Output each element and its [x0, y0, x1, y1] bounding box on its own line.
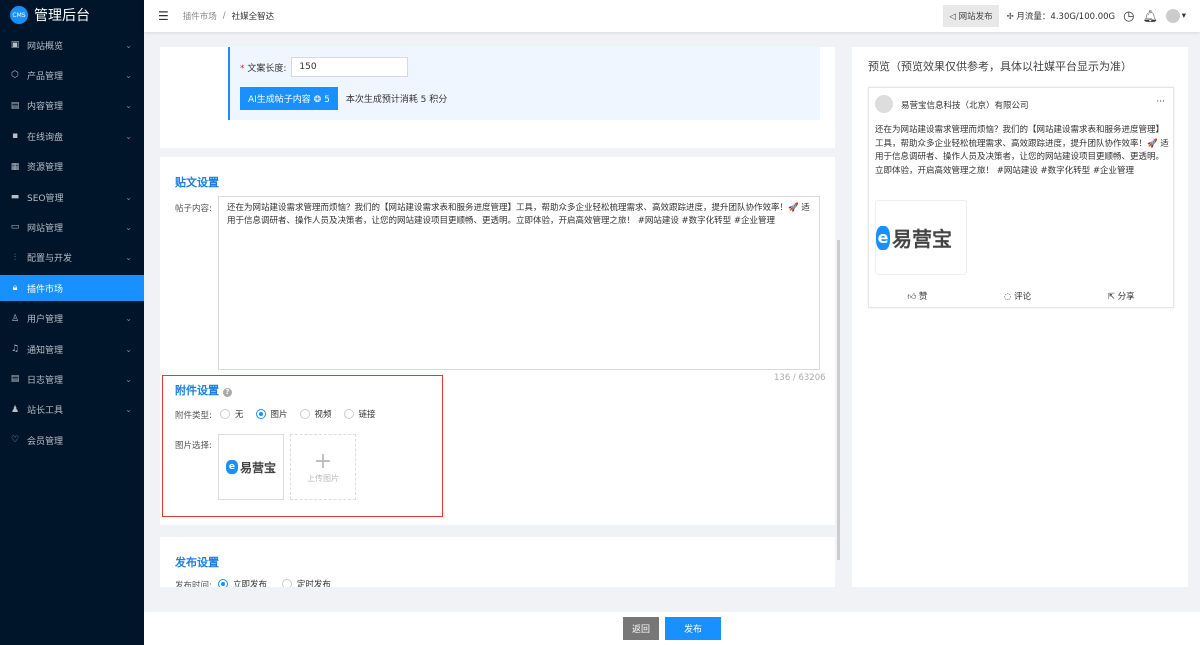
- publish-button[interactable]: 发布: [665, 617, 722, 640]
- user-icon: ♙: [10, 313, 20, 324]
- preview-title: 预览（预览效果仅供参考，具体以社媒平台显示为准）: [868, 60, 1132, 73]
- plus-icon: +: [313, 448, 333, 474]
- char-counter: 136 / 63206: [774, 373, 826, 383]
- chevron-down-icon: ⌄: [125, 374, 132, 384]
- chevron-down-icon: ⌄: [125, 131, 132, 141]
- back-button[interactable]: 返回: [622, 617, 659, 640]
- sidebar-item[interactable]: ▣ 网站概览 ⌄: [0, 32, 144, 58]
- log-icon: ▤: [10, 374, 20, 385]
- sidebar-item[interactable]: ▪ 在线询盘 ⌄: [0, 123, 144, 149]
- scrollbar[interactable]: [837, 240, 840, 560]
- breadcrumb: 插件市场 / 社媒全智达: [182, 10, 275, 22]
- radio-publish-now[interactable]: 立即发布: [218, 578, 267, 587]
- monitor-icon: ▣: [10, 40, 20, 50]
- app-logo[interactable]: CMS 管理后台: [0, 0, 144, 30]
- website-icon: ▭: [10, 222, 20, 233]
- publish-time-radio-group: 立即发布 定时发布: [218, 578, 343, 587]
- comment-button[interactable]: ◌ 评论: [1004, 290, 1031, 302]
- upload-image-button[interactable]: + 上传图片: [290, 434, 356, 500]
- lock-icon: 🔒︎: [12, 283, 18, 294]
- sidebar-item[interactable]: ▤ 内容管理 ⌄: [0, 93, 144, 119]
- chevron-down-icon: ⌄: [125, 101, 132, 111]
- company-avatar: [875, 95, 893, 113]
- document-icon: ▤: [10, 100, 20, 111]
- ai-generate-box: * 文案长度: 150 AI生成帖子内容 ❂ 5 本次生成预计消耗 5 积分: [228, 47, 820, 120]
- tool-icon: ♟: [10, 404, 20, 415]
- folder-icon: ▦: [10, 161, 20, 172]
- radio-publish-scheduled[interactable]: 定时发布: [281, 578, 331, 587]
- radio-attachment-type[interactable]: 视频: [299, 408, 332, 420]
- breadcrumb-plugin-market[interactable]: 插件市场: [183, 10, 217, 22]
- chevron-down-icon: ⌄: [125, 70, 132, 80]
- cost-note: 本次生成预计消耗 5 积分: [345, 95, 448, 105]
- chevron-down-icon: ⌄: [125, 192, 132, 202]
- sliders-icon: ⫶: [13, 252, 17, 263]
- chat-icon: ▪: [11, 131, 19, 142]
- member-icon: ♡: [10, 435, 20, 446]
- like-button[interactable]: 👍︎ 赞: [907, 290, 927, 302]
- preview-panel: 预览（预览效果仅供参考，具体以社媒平台显示为准） 易营宝信息科技（北京）有限公司…: [852, 47, 1188, 587]
- sidebar-item[interactable]: ▭ 网站管理 ⌄: [0, 214, 144, 240]
- sidebar-item[interactable]: ♫ 通知管理 ⌄: [0, 336, 144, 362]
- menu-toggle-icon[interactable]: ☰: [158, 9, 169, 23]
- content-label: 帖子内容:: [175, 204, 212, 214]
- seo-icon: ▬: [10, 192, 20, 202]
- breadcrumb-current: 社媒全智达: [231, 12, 275, 22]
- traffic-indicator: ✢ 月流量：4.30G/100.00G: [1006, 12, 1116, 22]
- radio-attachment-type[interactable]: 链接: [343, 408, 376, 420]
- box-icon: ⬡: [11, 70, 19, 81]
- radio-attachment-type[interactable]: 图片: [255, 408, 288, 420]
- sidebar-item[interactable]: ♙ 用户管理 ⌄: [0, 306, 144, 332]
- length-input[interactable]: 150: [291, 57, 409, 77]
- avatar[interactable]: ▾: [1165, 9, 1186, 23]
- post-content-textarea[interactable]: 还在为网站建设需求管理而烦恼？我们的【网站建设需求表和服务进度管理】工具，帮助众…: [218, 196, 820, 370]
- publish-site-button[interactable]: ◁ 网站发布: [943, 5, 999, 27]
- radio-attachment-type[interactable]: 无: [220, 408, 244, 420]
- sidebar-item[interactable]: ▤ 日志管理 ⌄: [0, 366, 144, 392]
- ai-generate-button[interactable]: AI生成帖子内容 ❂ 5: [240, 87, 338, 110]
- chevron-down-icon: ⌄: [125, 314, 132, 324]
- footer-actions: 返回 发布: [144, 612, 1200, 645]
- chevron-down-icon: ⌄: [125, 405, 132, 415]
- history-icon[interactable]: ◷: [1123, 9, 1134, 24]
- sidebar-item[interactable]: 🔒︎ 插件市场: [0, 275, 144, 302]
- share-button[interactable]: ⇱ 分享: [1108, 290, 1135, 302]
- sidebar: CMS 管理后台 ▣ 网站概览 ⌄ ⬡ 产品管理 ⌄ ▤ 内容管理 ⌄ ▪ 在线询盘 ⌄ ▦ 资源管理 ▬ SE…: [0, 0, 144, 645]
- sidebar-item[interactable]: ▦ 资源管理: [0, 154, 144, 180]
- top-header: ☰ 插件市场 / 社媒全智达 ◁ 网站发布 ✢ 月流量：4.30G/100.00G…: [144, 0, 1200, 32]
- chevron-down-icon: ⌄: [125, 253, 132, 263]
- sidebar-item[interactable]: ♟ 站长工具 ⌄: [0, 397, 144, 423]
- bell-icon: ♫: [10, 344, 20, 354]
- sidebar-item[interactable]: ⬡ 产品管理 ⌄: [0, 62, 144, 88]
- sidebar-item[interactable]: ♡ 会员管理: [0, 427, 144, 453]
- preview-card: 易营宝信息科技（北京）有限公司 ··· 还在为网站建设需求管理而烦恼？我们的【网…: [868, 87, 1174, 308]
- chevron-down-icon: ⌄: [125, 222, 132, 232]
- preview-image: e 易营宝: [875, 200, 967, 275]
- bell-icon[interactable]: 🔔︎: [1142, 9, 1157, 23]
- post-settings-title: 贴文设置: [175, 176, 219, 189]
- chevron-down-icon: ⌄: [125, 40, 132, 50]
- more-icon[interactable]: ···: [1156, 97, 1165, 107]
- selected-image-thumbnail[interactable]: e 易营宝: [218, 434, 284, 500]
- help-icon[interactable]: ?: [222, 388, 232, 397]
- chevron-down-icon: ⌄: [125, 344, 132, 354]
- attachment-settings-title: 附件设置 ?: [175, 382, 232, 398]
- preview-content: 还在为网站建设需求管理而烦恼？我们的【网站建设需求表和服务进度管理】工具，帮助众…: [875, 125, 1169, 176]
- sidebar-item[interactable]: ⫶ 配置与开发 ⌄: [0, 245, 144, 271]
- publish-settings-panel: 发布设置 发布时间: 立即发布 定时发布: [160, 537, 835, 587]
- sidebar-item[interactable]: ▬ SEO管理 ⌄: [0, 184, 144, 210]
- attachment-type-radio-group: 无图片 视频 链接: [220, 408, 388, 422]
